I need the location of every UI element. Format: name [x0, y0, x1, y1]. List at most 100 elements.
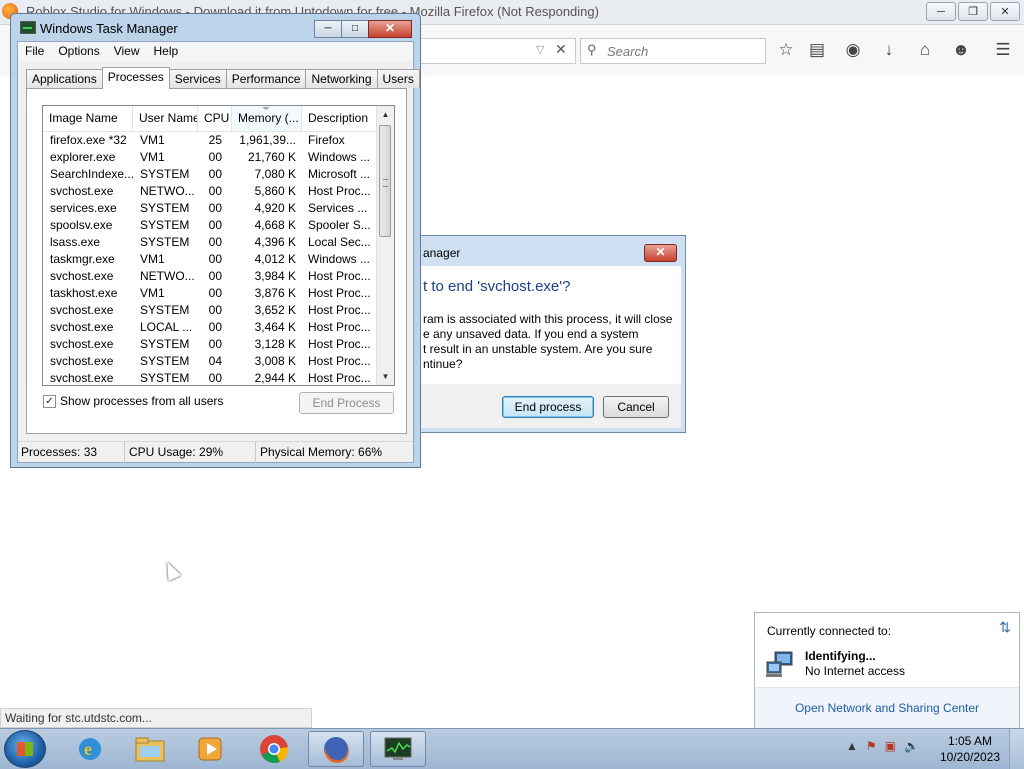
show-all-processes[interactable]: ✓ Show processes from all users	[43, 394, 223, 408]
scrollbar-thumb[interactable]	[379, 125, 391, 237]
cell-description: Services ...	[308, 201, 368, 215]
cell-memory: 4,012 K	[254, 252, 296, 266]
pocket-icon[interactable]: ◉	[842, 40, 864, 60]
task-manager-statusbar: Processes: 33 CPU Usage: 29% Physical Me…	[18, 441, 413, 463]
cell-image-name: SearchIndexe...	[50, 167, 133, 181]
end-process-button[interactable]: End process	[502, 396, 594, 418]
restore-icon[interactable]: ❐	[958, 2, 988, 21]
table-row[interactable]: firefox.exe *32 VM1 25 1,961,39... Firefox	[43, 132, 378, 149]
process-list[interactable]: Image Name User Name CPU Memory (... Des…	[42, 105, 395, 386]
task-manager-titlebar[interactable]: Windows Task Manager ─ □ ✕	[11, 14, 420, 42]
process-list-scrollbar[interactable]: ▲ ▼	[376, 106, 394, 385]
chrome-icon[interactable]	[246, 731, 302, 767]
menu-help[interactable]: Help	[147, 42, 186, 61]
table-row[interactable]: taskmgr.exe VM1 00 4,012 K Windows ...	[43, 251, 378, 268]
download-icon[interactable]: ↓	[878, 40, 900, 60]
cell-image-name: svchost.exe	[50, 354, 114, 368]
url-bar[interactable]: ▽ ✕	[410, 38, 576, 64]
tab-services[interactable]: Services	[168, 69, 227, 88]
table-row[interactable]: spoolsv.exe SYSTEM 00 4,668 K Spooler S...	[43, 217, 378, 234]
cell-description: Host Proc...	[308, 269, 371, 283]
close-icon[interactable]: ✕	[368, 20, 412, 38]
cell-memory: 4,668 K	[254, 218, 296, 232]
windows-explorer-icon[interactable]	[122, 731, 178, 767]
process-rows: firefox.exe *32 VM1 25 1,961,39... Firefox ex…	[43, 132, 378, 385]
column-image-name[interactable]: Image Name	[43, 106, 133, 131]
column-memory[interactable]: Memory (...	[232, 106, 302, 131]
menu-view[interactable]: View	[107, 42, 147, 61]
tab-processes[interactable]: Processes	[101, 67, 170, 89]
cell-description: Local Sec...	[308, 235, 371, 249]
internet-explorer-icon[interactable]: e	[62, 731, 118, 767]
table-row[interactable]: explorer.exe VM1 00 21,760 K Windows ...	[43, 149, 378, 166]
clock[interactable]: 1:05 AM 10/20/2023	[935, 733, 1005, 765]
cell-image-name: svchost.exe	[50, 303, 114, 317]
star-icon[interactable]: ☆	[775, 40, 797, 60]
reading-list-icon[interactable]: ▤	[806, 40, 828, 60]
task-manager-icon[interactable]	[370, 731, 426, 767]
menu-options[interactable]: Options	[51, 42, 106, 61]
search-input[interactable]	[605, 41, 759, 61]
dialog-message-line: ntinue?	[423, 357, 463, 371]
cell-description: Microsoft ...	[308, 167, 371, 181]
show-hidden-icons-icon[interactable]: ▲	[846, 739, 858, 753]
table-row[interactable]: services.exe SYSTEM 00 4,920 K Services ...	[43, 200, 378, 217]
column-cpu[interactable]: CPU	[198, 106, 232, 131]
table-row[interactable]: svchost.exe LOCAL ... 00 3,464 K Host Proc..…	[43, 319, 378, 336]
clock-date: 10/20/2023	[939, 750, 1001, 764]
column-user-name[interactable]: User Name	[133, 106, 198, 131]
cell-cpu: 00	[208, 252, 222, 266]
task-manager-window-buttons: ─ □ ✕	[314, 20, 412, 38]
menu-icon[interactable]: ☰	[992, 40, 1014, 60]
scroll-up-icon[interactable]: ▲	[377, 106, 394, 123]
tab-networking[interactable]: Networking	[305, 69, 378, 88]
end-process-dialog: anager ✕ t to end 'svchost.exe'? ram is …	[418, 235, 686, 433]
dialog-body: t to end 'svchost.exe'? ram is associate…	[421, 266, 681, 384]
table-row[interactable]: svchost.exe SYSTEM 04 3,008 K Host Proc...	[43, 353, 378, 370]
cell-image-name: explorer.exe	[50, 150, 116, 164]
show-all-checkbox[interactable]: ✓	[43, 394, 56, 408]
column-description[interactable]: Description	[302, 106, 378, 131]
dialog-close-button[interactable]: ✕	[644, 244, 677, 262]
table-row[interactable]: lsass.exe SYSTEM 00 4,396 K Local Sec...	[43, 234, 378, 251]
show-desktop-button[interactable]	[1009, 729, 1024, 769]
cell-user-name: VM1	[140, 286, 165, 300]
search-box[interactable]: ⚲	[580, 38, 766, 64]
volume-muted-icon[interactable]: 🔈	[904, 739, 919, 753]
start-button[interactable]	[4, 730, 46, 768]
url-dropdown-icon[interactable]: ▽	[536, 43, 544, 56]
cell-description: Host Proc...	[308, 184, 371, 198]
close-icon[interactable]: ✕	[990, 2, 1020, 21]
maximize-icon[interactable]: □	[341, 20, 369, 38]
minimize-icon[interactable]: ─	[314, 20, 342, 38]
tab-users[interactable]: Users	[376, 69, 420, 88]
network-tray-icon[interactable]: ▣	[885, 739, 896, 753]
task-manager-title: Windows Task Manager	[40, 21, 178, 36]
tab-applications[interactable]: Applications	[26, 69, 103, 88]
cell-description: Host Proc...	[308, 303, 371, 317]
media-player-icon[interactable]	[182, 731, 238, 767]
table-row[interactable]: svchost.exe SYSTEM 00 3,652 K Host Proc...	[43, 302, 378, 319]
scroll-down-icon[interactable]: ▼	[377, 368, 394, 385]
menu-file[interactable]: File	[18, 42, 51, 61]
tab-performance[interactable]: Performance	[225, 69, 307, 88]
table-row[interactable]: taskhost.exe VM1 00 3,876 K Host Proc...	[43, 285, 378, 302]
menu-bar: File Options View Help	[18, 42, 413, 61]
table-row[interactable]: svchost.exe SYSTEM 00 2,944 K Host Proc...	[43, 370, 378, 385]
end-process-disabled-button[interactable]: End Process	[299, 392, 394, 414]
cell-user-name: SYSTEM	[140, 167, 190, 181]
refresh-icon[interactable]: ⇅	[999, 619, 1011, 636]
minimize-icon[interactable]: ─	[926, 2, 956, 21]
network-sharing-center-link[interactable]: Open Network and Sharing Center	[755, 701, 1019, 715]
firefox-icon[interactable]	[308, 731, 364, 767]
table-row[interactable]: SearchIndexe... SYSTEM 00 7,080 K Microsoft …	[43, 166, 378, 183]
table-row[interactable]: svchost.exe SYSTEM 00 3,128 K Host Proc...	[43, 336, 378, 353]
table-row[interactable]: svchost.exe NETWO... 00 3,984 K Host Proc...	[43, 268, 378, 285]
home-icon[interactable]: ⌂	[914, 40, 936, 60]
cell-user-name: SYSTEM	[140, 303, 190, 317]
cancel-button[interactable]: Cancel	[603, 396, 669, 418]
url-clear-icon[interactable]: ✕	[555, 41, 567, 58]
table-row[interactable]: svchost.exe NETWO... 00 5,860 K Host Proc...	[43, 183, 378, 200]
action-center-icon[interactable]: ⚑	[866, 739, 877, 753]
chat-icon[interactable]: ☻	[950, 40, 972, 60]
